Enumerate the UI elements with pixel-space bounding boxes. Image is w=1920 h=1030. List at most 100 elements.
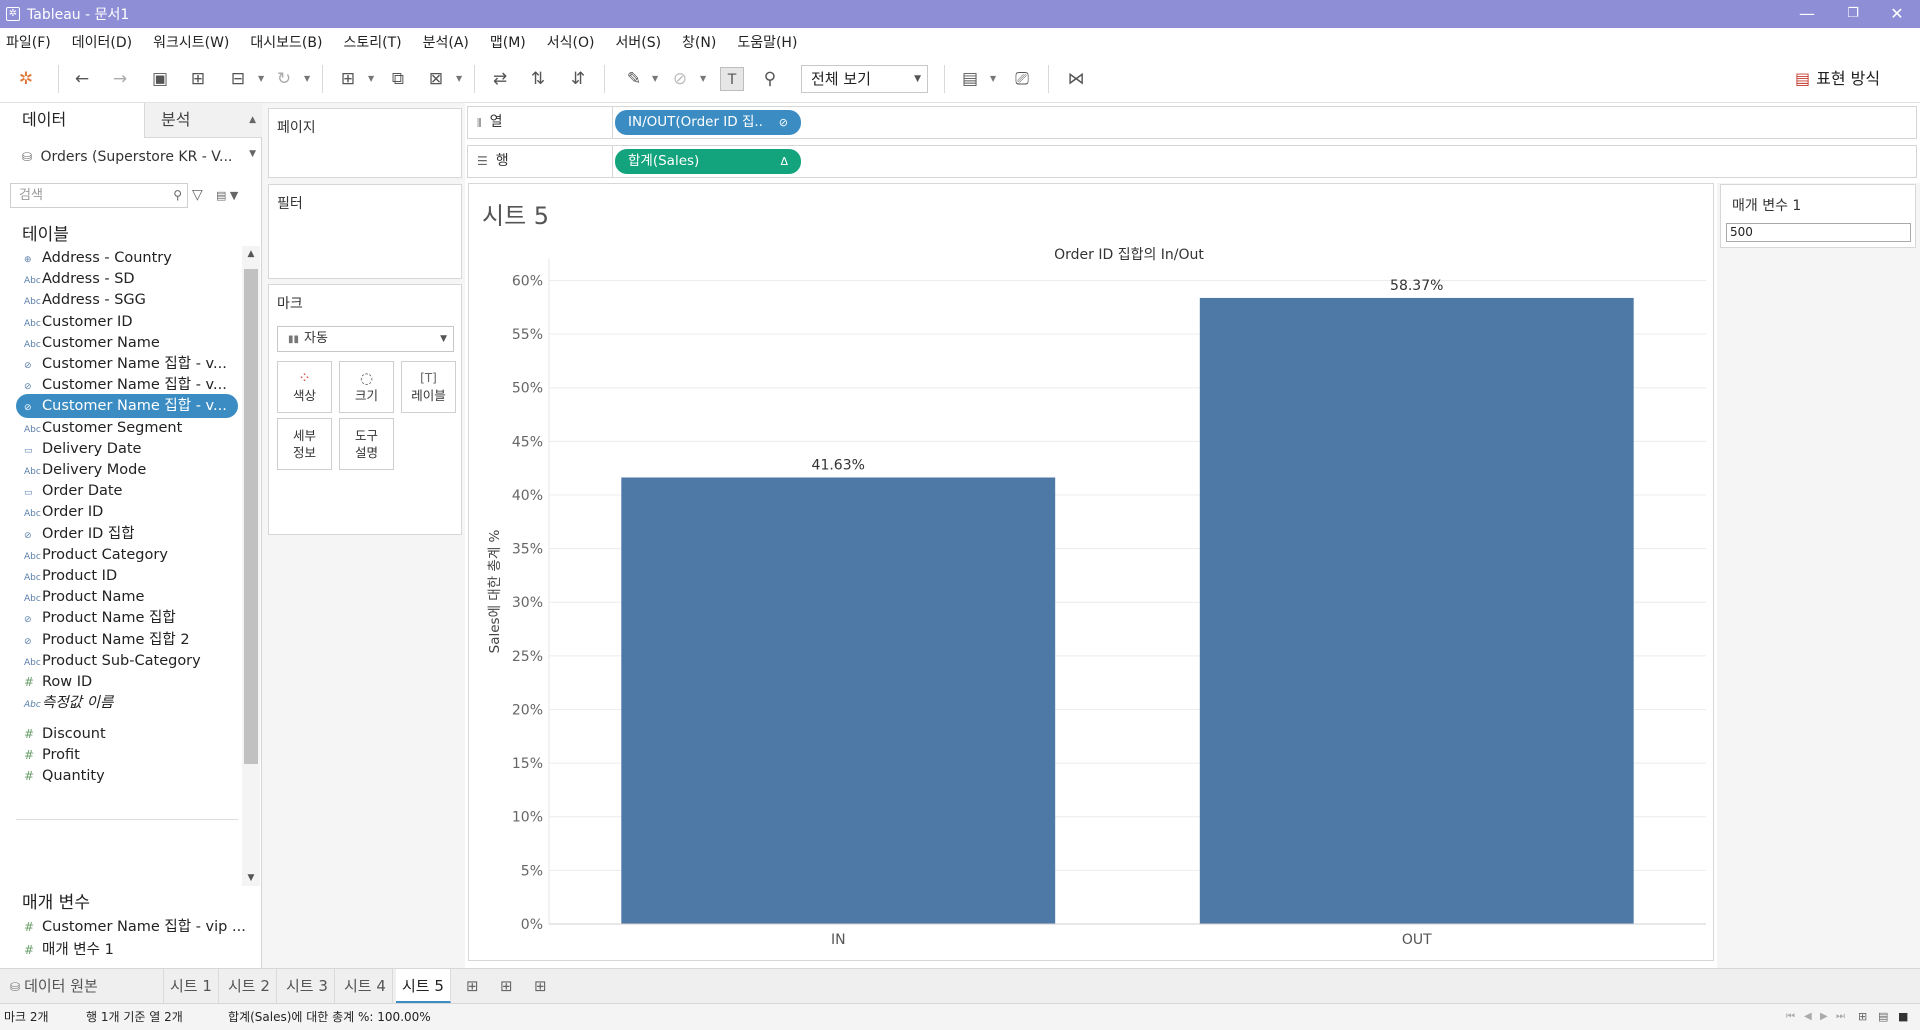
tab-sheet-2[interactable]: 시트 2	[222, 969, 277, 1003]
tab-datasource[interactable]: ⛁ 데이터 원본	[0, 969, 164, 1003]
parameter-value-input[interactable]: 500	[1726, 223, 1911, 242]
parameter-item[interactable]: # 매개 변수 1	[16, 938, 114, 962]
duplicate-sheet-icon[interactable]: ⧉	[386, 67, 410, 91]
presentation-mode-icon[interactable]: ⎚	[1010, 67, 1034, 91]
filter-icon[interactable]: ▽	[192, 183, 203, 208]
field-list-scrollbar[interactable]: ▲ ▼	[242, 246, 260, 886]
status-marks: 마크 2개	[4, 1010, 49, 1024]
menu-dashboard[interactable]: 대시보드(B)	[248, 32, 324, 52]
tab-sheet-3[interactable]: 시트 3	[280, 969, 335, 1003]
string-type-icon: Abc	[24, 700, 41, 710]
field-label: Address - Country	[42, 250, 172, 266]
view-list-icon[interactable]: ▤ ▼	[216, 183, 238, 208]
show-cards-dropdown-icon[interactable]: ▼	[990, 67, 996, 91]
columns-shelf[interactable]: ⫼ 열 IN/OUT(Order ID 집.. ⊘	[467, 106, 1917, 139]
tooltip-button[interactable]: 도구 설명	[339, 418, 394, 470]
scrollbar-thumb[interactable]	[244, 269, 258, 764]
field-item[interactable]: ⊘ Product Name 집합	[16, 606, 238, 630]
pause-updates-icon[interactable]: ⊟	[226, 67, 250, 91]
field-search-input[interactable]: 검색 ⚲	[10, 183, 188, 208]
clear-dropdown-icon[interactable]: ▼	[456, 67, 462, 91]
menu-worksheet[interactable]: 워크시트(W)	[151, 32, 231, 52]
y-tick-label: 0%	[521, 917, 543, 933]
save-icon[interactable]: ▣	[148, 67, 172, 91]
field-item[interactable]: # Quantity	[16, 764, 238, 788]
new-worksheet-dropdown-icon[interactable]: ▼	[368, 67, 374, 91]
menu-help[interactable]: 도움말(H)	[735, 32, 799, 52]
color-button[interactable]: ⁘ 색상	[277, 361, 332, 413]
data-pane-tabs: 데이터 분석 ▲ ▼	[0, 103, 262, 159]
field-item[interactable]: Abc측정값 이름	[16, 691, 238, 715]
show-mark-labels-icon[interactable]: T	[720, 67, 744, 91]
menu-window[interactable]: 창(N)	[680, 32, 718, 52]
fit-view-dropdown[interactable]: 전체 보기 ▼	[801, 65, 928, 93]
tab-analysis[interactable]: 분석 ▲ ▼	[144, 103, 262, 159]
highlight-icon[interactable]: ✎	[622, 67, 646, 91]
menu-story[interactable]: 스토리(T)	[341, 32, 403, 52]
datasource-item[interactable]: ⛁ Orders (Superstore KR - V...	[22, 145, 257, 169]
menu-analysis[interactable]: 분석(A)	[421, 32, 471, 52]
tab-sheet-1[interactable]: 시트 1	[164, 969, 219, 1003]
last-sheet-icon[interactable]: ⏭	[1836, 1004, 1845, 1030]
label-button[interactable]: [T] 레이블	[401, 361, 456, 413]
field-item[interactable]: AbcAddress - SGG	[16, 288, 238, 312]
group-members-icon[interactable]: ⊘	[668, 67, 692, 91]
prev-sheet-icon[interactable]: ◀	[1804, 1004, 1812, 1030]
next-sheet-icon[interactable]: ▶	[1820, 1004, 1828, 1030]
share-icon[interactable]: ⋈	[1064, 67, 1088, 91]
tab-sheet-4[interactable]: 시트 4	[338, 969, 393, 1003]
show-me-button[interactable]: ▤ 표현 방식	[1795, 67, 1880, 91]
tableau-start-icon[interactable]: ✲	[14, 67, 38, 91]
parameter-item[interactable]: # Customer Name 집합 - vip ...	[16, 915, 246, 939]
restore-button[interactable]: ❐	[1830, 0, 1876, 28]
first-sheet-icon[interactable]: ⏮	[1786, 1004, 1795, 1030]
refresh-icon[interactable]: ↻	[272, 67, 296, 91]
menu-format[interactable]: 서식(O)	[545, 32, 597, 52]
filters-card[interactable]: 필터	[268, 184, 462, 279]
show-tabs-icon[interactable]: ■	[1898, 1004, 1908, 1030]
mark-type-dropdown[interactable]: ▮▮ 자동 ▼	[277, 326, 454, 352]
fix-axes-icon[interactable]: ⚲	[758, 67, 782, 91]
datasource-label: Orders (Superstore KR - V...	[40, 149, 233, 165]
new-dashboard-icon[interactable]: ⊞	[494, 969, 519, 1003]
size-button[interactable]: ◌ 크기	[339, 361, 394, 413]
field-item[interactable]: AbcOrder ID	[16, 500, 238, 524]
y-tick-label: 35%	[512, 542, 543, 558]
minimize-button[interactable]: —	[1784, 0, 1830, 28]
tab-sheet-5[interactable]: 시트 5	[396, 969, 451, 1003]
scroll-down-icon[interactable]: ▼	[242, 870, 260, 886]
toolbar-separator	[322, 65, 323, 93]
group-dropdown-icon[interactable]: ▼	[700, 67, 706, 91]
menu-data[interactable]: 데이터(D)	[70, 32, 134, 52]
redo-icon[interactable]: →	[108, 67, 132, 91]
refresh-dropdown-icon[interactable]: ▼	[304, 67, 310, 91]
new-worksheet-icon[interactable]: ⊞	[336, 67, 360, 91]
menu-server[interactable]: 서버(S)	[613, 32, 663, 52]
field-item-selected[interactable]: ⊘ Customer Name 집합 - v...	[16, 394, 238, 418]
rows-pill[interactable]: 합계(Sales) Δ	[615, 149, 801, 174]
swap-rows-columns-icon[interactable]: ⇄	[488, 67, 512, 91]
field-label: Delivery Date	[42, 441, 142, 457]
sort-descending-icon[interactable]: ⇵	[566, 67, 590, 91]
pause-dropdown-icon[interactable]: ▼	[258, 67, 264, 91]
highlight-dropdown-icon[interactable]: ▼	[652, 67, 658, 91]
clear-sheet-icon[interactable]: ⊠	[424, 67, 448, 91]
new-story-icon[interactable]: ⊞	[528, 969, 553, 1003]
sort-ascending-icon[interactable]: ⇅	[526, 67, 550, 91]
rows-shelf[interactable]: ☰ 행 합계(Sales) Δ	[467, 145, 1917, 178]
menu-map[interactable]: 맵(M)	[488, 32, 528, 52]
detail-button[interactable]: 세부 정보	[277, 418, 332, 470]
columns-pill[interactable]: IN/OUT(Order ID 집.. ⊘	[615, 110, 801, 135]
show-sheet-sorter-icon[interactable]: ⊞	[1858, 1004, 1867, 1030]
new-datasource-icon[interactable]: ⊞	[186, 67, 210, 91]
tab-data[interactable]: 데이터	[0, 103, 144, 138]
set-icon: ⊘	[24, 615, 32, 625]
scroll-up-icon[interactable]: ▲	[242, 246, 260, 262]
new-worksheet-icon[interactable]: ⊞	[460, 969, 485, 1003]
pages-card[interactable]: 페이지	[268, 108, 462, 178]
close-button[interactable]: ✕	[1874, 0, 1920, 28]
show-filmstrip-icon[interactable]: ▤	[1878, 1004, 1888, 1030]
menu-file[interactable]: 파일(F)	[4, 32, 53, 52]
undo-icon[interactable]: ←	[70, 67, 94, 91]
show-cards-icon[interactable]: ▤	[958, 67, 982, 91]
